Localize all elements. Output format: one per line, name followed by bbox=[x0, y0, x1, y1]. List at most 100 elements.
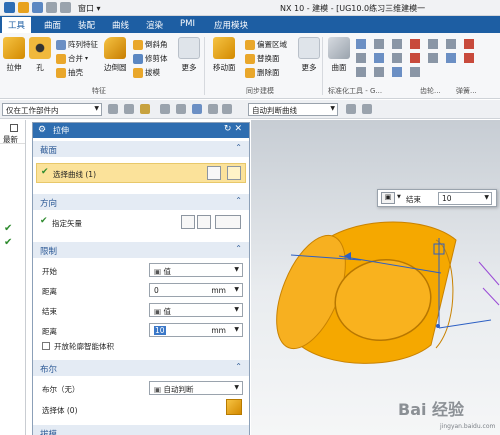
hole-button[interactable]: 孔 bbox=[29, 37, 51, 73]
tab-render[interactable]: 渲染 bbox=[146, 19, 163, 31]
tool-icon[interactable] bbox=[464, 53, 474, 63]
surface-button[interactable]: 曲面 bbox=[328, 37, 350, 73]
draft-icon bbox=[133, 67, 143, 78]
boolean-value: 自动判断 bbox=[163, 385, 194, 394]
tool-icon[interactable] bbox=[374, 67, 384, 77]
tool-icon[interactable] bbox=[356, 67, 366, 77]
more-sync-label: 更多 bbox=[301, 63, 317, 72]
extrude-button[interactable]: 拉伸 bbox=[3, 37, 25, 73]
pattern-feature-button[interactable]: 阵列特征 bbox=[56, 39, 98, 50]
reset-icon[interactable]: ↻ bbox=[224, 124, 235, 134]
hole-icon bbox=[29, 37, 51, 59]
more-features-button[interactable]: 更多 bbox=[178, 37, 200, 73]
menu-bar: 工具 曲面 装配 曲线 渲染 PMI 应用模块 bbox=[0, 16, 500, 34]
replace-face-button[interactable]: 替换面 bbox=[245, 53, 280, 64]
float-end-input[interactable]: 10 ▼ bbox=[438, 192, 492, 205]
delete-face-button[interactable]: 删除面 bbox=[245, 67, 280, 78]
boolean-dropdown[interactable]: ▣ 自动判断 ▼ bbox=[149, 381, 243, 395]
tab-assembly[interactable]: 装配 bbox=[78, 19, 95, 31]
tool-icon[interactable] bbox=[410, 53, 420, 63]
curve-select-icon[interactable] bbox=[227, 166, 241, 180]
selection-scope-dropdown[interactable]: 仅在工作部件内 ▼ bbox=[2, 103, 102, 116]
title-bar: 窗口 ▾ NX 10 - 建模 - [UG10.0练习三维建模一 bbox=[0, 0, 500, 16]
gear-icon[interactable]: ⚙ bbox=[38, 125, 46, 135]
close-icon[interactable]: ✕ bbox=[234, 124, 245, 134]
tool-icon[interactable] bbox=[374, 53, 384, 63]
tool-icon[interactable] bbox=[356, 53, 366, 63]
tab-surface[interactable]: 曲面 bbox=[44, 19, 61, 31]
chamfer-label: 倒斜角 bbox=[145, 40, 168, 49]
tab-curve[interactable]: 曲线 bbox=[112, 19, 129, 31]
undo-icon[interactable] bbox=[46, 2, 57, 13]
reverse-direction-icon[interactable] bbox=[181, 215, 195, 229]
select-arrow-icon[interactable] bbox=[124, 104, 134, 114]
end-type-dropdown[interactable]: ▣ 值 ▼ bbox=[149, 303, 243, 317]
vector-dialog-icon[interactable] bbox=[197, 215, 211, 229]
option-icon[interactable] bbox=[346, 104, 356, 114]
move-face-button[interactable]: 移动面 bbox=[213, 37, 236, 73]
tool-icon[interactable] bbox=[392, 39, 402, 49]
tool-icon[interactable] bbox=[410, 39, 420, 49]
move-face-label: 移动面 bbox=[213, 63, 236, 72]
tool-icon[interactable] bbox=[410, 67, 420, 77]
value-type-icon[interactable]: ▣ bbox=[381, 192, 395, 204]
tool-icon[interactable] bbox=[428, 39, 438, 49]
point-icon[interactable] bbox=[160, 104, 170, 114]
unite-button[interactable]: 合并 ▾ bbox=[56, 53, 88, 64]
vector-type-dropdown[interactable] bbox=[215, 215, 241, 229]
open-profile-checkbox[interactable] bbox=[42, 342, 50, 350]
snap-icon[interactable] bbox=[140, 104, 150, 114]
curve-icon[interactable] bbox=[222, 104, 232, 114]
edge-blend-button[interactable]: 边倒圆 bbox=[104, 37, 127, 73]
end-distance-input[interactable]: 10 mm ▼ bbox=[149, 323, 243, 337]
tool-icon[interactable] bbox=[374, 39, 384, 49]
start-type-dropdown[interactable]: ▣ 值 ▼ bbox=[149, 263, 243, 277]
save-icon[interactable] bbox=[32, 2, 43, 13]
trim-body-button[interactable]: 修剪体 bbox=[133, 53, 168, 64]
tool-icon[interactable] bbox=[446, 39, 456, 49]
draft-header[interactable]: 拔模 bbox=[33, 425, 249, 435]
tool-icon[interactable] bbox=[446, 53, 456, 63]
offset-region-button[interactable]: 偏置区域 bbox=[245, 39, 287, 50]
open-icon[interactable] bbox=[18, 2, 29, 13]
boolean-label: 布尔（无） bbox=[42, 385, 80, 394]
pattern-label: 阵列特征 bbox=[68, 40, 98, 49]
boolean-header[interactable]: 布尔 ⌃ bbox=[33, 360, 249, 376]
filter-icon[interactable] bbox=[108, 104, 118, 114]
end-distance-value: 10 bbox=[154, 326, 166, 335]
redo-icon[interactable] bbox=[60, 2, 71, 13]
section-header[interactable]: 截面 ⌃ bbox=[33, 141, 249, 157]
ribbon-divider bbox=[322, 37, 323, 95]
tab-tools[interactable]: 工具 bbox=[2, 17, 32, 34]
navigator-checkbox-icon[interactable] bbox=[10, 124, 18, 132]
lasso-icon[interactable] bbox=[176, 104, 186, 114]
more-sync-button[interactable]: 更多 bbox=[298, 37, 320, 73]
tool-icon[interactable] bbox=[356, 39, 366, 49]
graphics-viewport[interactable]: ▣ ▼ 结束 10 ▼ bbox=[251, 120, 500, 435]
tool-icon[interactable] bbox=[392, 67, 402, 77]
tab-pmi[interactable]: PMI bbox=[180, 19, 195, 29]
boolean-type-icon: ▣ bbox=[154, 385, 162, 394]
box-select-icon[interactable] bbox=[208, 104, 218, 114]
start-distance-input[interactable]: 0 mm ▼ bbox=[149, 283, 243, 297]
select-body-icon[interactable] bbox=[226, 399, 242, 415]
direction-header[interactable]: 方向 ⌃ bbox=[33, 194, 249, 210]
window-menu[interactable]: 窗口 ▾ bbox=[78, 3, 101, 14]
curve-rule-dropdown[interactable]: 自动判断曲线 ▼ bbox=[248, 103, 338, 116]
offset-region-icon bbox=[245, 39, 255, 50]
sketch-section-icon[interactable] bbox=[207, 166, 221, 180]
draft-button[interactable]: 拔模 bbox=[133, 67, 160, 78]
start-distance-label: 距离 bbox=[42, 287, 57, 296]
part-navigator: 最新 ✔ ✔ bbox=[0, 120, 26, 435]
chamfer-button[interactable]: 倒斜角 bbox=[133, 39, 168, 50]
view-icon[interactable] bbox=[192, 104, 202, 114]
tool-icon[interactable] bbox=[428, 53, 438, 63]
dialog-title: 拉伸 bbox=[53, 126, 69, 135]
tab-application[interactable]: 应用模块 bbox=[214, 19, 248, 31]
shell-button[interactable]: 抽壳 bbox=[56, 67, 83, 78]
limits-header[interactable]: 限制 ⌃ bbox=[33, 242, 249, 258]
option-icon[interactable] bbox=[362, 104, 372, 114]
tool-icon[interactable] bbox=[392, 53, 402, 63]
check-icon: ✔ bbox=[41, 167, 49, 177]
tool-icon[interactable] bbox=[464, 39, 474, 49]
